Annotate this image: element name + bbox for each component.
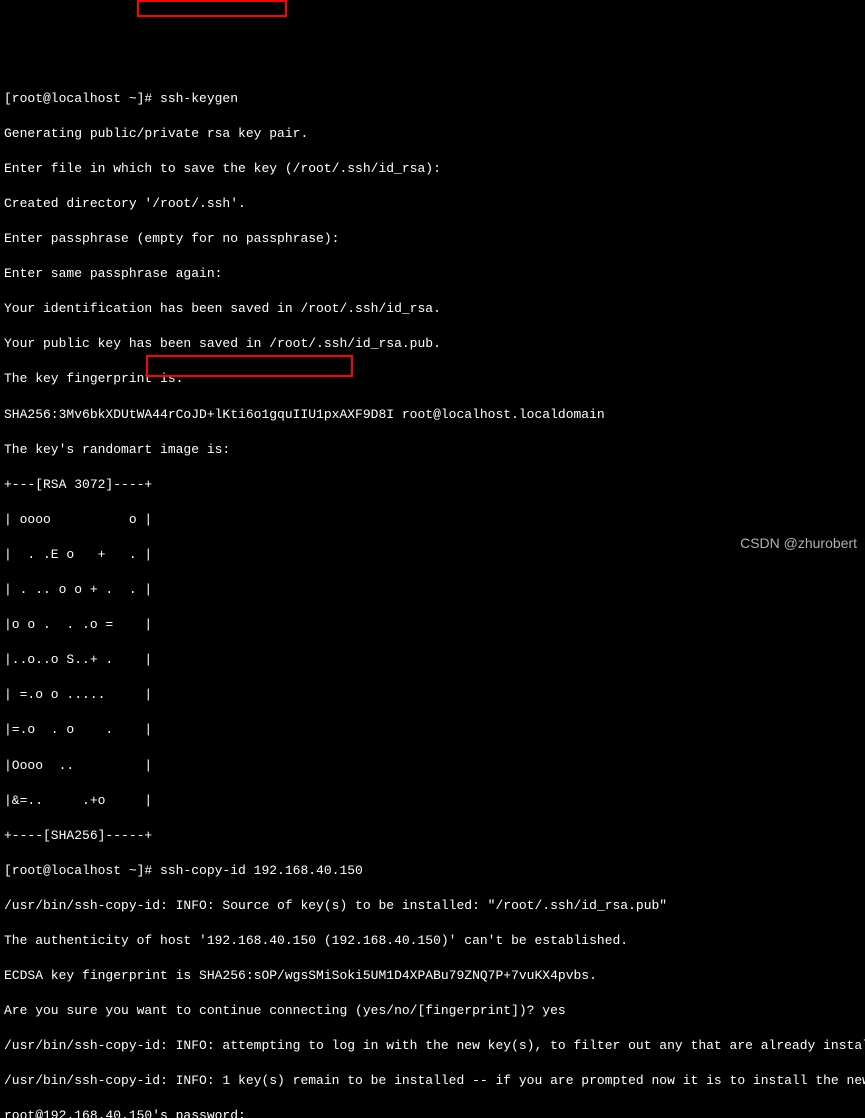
terminal-line: Generating public/private rsa key pair. xyxy=(4,125,861,143)
terminal-line: /usr/bin/ssh-copy-id: INFO: Source of ke… xyxy=(4,897,861,915)
watermark: CSDN @zhurobert xyxy=(740,534,857,553)
terminal-line: Are you sure you want to continue connec… xyxy=(4,1002,861,1020)
annotation-highlight-ssh-keygen xyxy=(137,0,287,17)
terminal-line: |=.o . o . | xyxy=(4,721,861,739)
terminal-line: | =.o o ..... | xyxy=(4,686,861,704)
terminal-line: +----[SHA256]-----+ xyxy=(4,827,861,845)
terminal-line: | . .. o o + . . | xyxy=(4,581,861,599)
terminal-output[interactable]: [root@localhost ~]# ssh-keygen Generatin… xyxy=(4,72,861,1118)
terminal-line: |Oooo .. | xyxy=(4,757,861,775)
terminal-line: Enter same passphrase again: xyxy=(4,265,861,283)
terminal-line: | oooo o | xyxy=(4,511,861,529)
terminal-line: SHA256:3Mv6bkXDUtWA44rCoJD+lKti6o1gquIIU… xyxy=(4,406,861,424)
terminal-line: |&=.. .+o | xyxy=(4,792,861,810)
terminal-line: The key fingerprint is: xyxy=(4,370,861,388)
terminal-line: | . .E o + . | xyxy=(4,546,861,564)
terminal-line: The key's randomart image is: xyxy=(4,441,861,459)
terminal-line: Your public key has been saved in /root/… xyxy=(4,335,861,353)
terminal-line: Enter file in which to save the key (/ro… xyxy=(4,160,861,178)
terminal-line: The authenticity of host '192.168.40.150… xyxy=(4,932,861,950)
terminal-line: |o o . . .o = | xyxy=(4,616,861,634)
terminal-line: +---[RSA 3072]----+ xyxy=(4,476,861,494)
terminal-line: |..o..o S..+ . | xyxy=(4,651,861,669)
terminal-line: Enter passphrase (empty for no passphras… xyxy=(4,230,861,248)
terminal-line: Created directory '/root/.ssh'. xyxy=(4,195,861,213)
terminal-line: ECDSA key fingerprint is SHA256:sOP/wgsS… xyxy=(4,967,861,985)
terminal-line: [root@localhost ~]# ssh-keygen xyxy=(4,90,861,108)
terminal-line: /usr/bin/ssh-copy-id: INFO: attempting t… xyxy=(4,1037,861,1055)
terminal-line: Your identification has been saved in /r… xyxy=(4,300,861,318)
terminal-line: /usr/bin/ssh-copy-id: INFO: 1 key(s) rem… xyxy=(4,1072,861,1090)
terminal-line: [root@localhost ~]# ssh-copy-id 192.168.… xyxy=(4,862,861,880)
terminal-line: root@192.168.40.150's password: xyxy=(4,1107,861,1118)
